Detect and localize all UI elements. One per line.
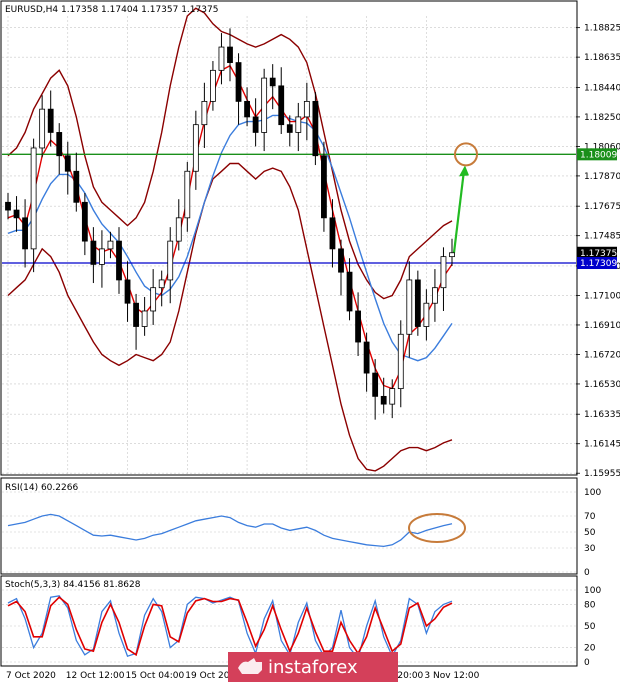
candle-body bbox=[303, 100, 310, 118]
price-tick-label: 1.16720 bbox=[584, 350, 620, 360]
candle-body bbox=[380, 395, 387, 405]
candle-body bbox=[141, 310, 148, 327]
time-tick-label: 12 Oct 12:00 bbox=[66, 671, 125, 681]
candle-body bbox=[346, 271, 353, 312]
candle-body bbox=[150, 287, 157, 312]
rsi-tick-label: 50 bbox=[584, 528, 596, 538]
candle-body bbox=[124, 279, 131, 304]
candle-body bbox=[338, 248, 344, 273]
candle-body bbox=[432, 287, 438, 304]
rsi-panel-frame bbox=[0, 477, 578, 575]
price-tick-label: 1.18825 bbox=[584, 24, 620, 34]
time-tick-label: 7 Oct 2020 bbox=[6, 671, 56, 681]
chart-window: 1.18825 1.18635 1.18440 1.18250 1.18060 1.178… bbox=[0, 0, 620, 683]
candle-body bbox=[397, 333, 404, 390]
candle-body bbox=[449, 252, 455, 258]
candle-body bbox=[107, 240, 114, 250]
candle-body bbox=[218, 46, 225, 71]
candle-body bbox=[286, 124, 293, 133]
candle-body bbox=[47, 108, 54, 133]
support-price-label: 1.17309 bbox=[580, 259, 617, 269]
candle-body bbox=[90, 240, 97, 265]
time-tick-label: 15 Oct 04:00 bbox=[126, 671, 185, 681]
rsi-tick-label: 30 bbox=[584, 544, 596, 554]
stoch-tick-label: 50 bbox=[584, 622, 596, 632]
candle-body bbox=[99, 248, 105, 265]
candle-body bbox=[116, 240, 122, 281]
price-tick-label: 1.17870 bbox=[584, 172, 620, 182]
candle-body bbox=[312, 100, 319, 157]
candle-body bbox=[261, 77, 268, 133]
price-tick-label: 1.16910 bbox=[584, 321, 620, 331]
candle-body bbox=[423, 302, 430, 327]
resistance-price-label: 1.18009 bbox=[580, 150, 617, 160]
candle-body bbox=[278, 85, 285, 126]
candle-body bbox=[440, 256, 447, 289]
candle-body bbox=[295, 116, 302, 133]
rsi-tick-label: 70 bbox=[584, 512, 596, 522]
candle-body bbox=[372, 372, 379, 397]
candle-body bbox=[201, 100, 208, 126]
candle-body bbox=[363, 341, 370, 374]
candle-body bbox=[56, 132, 63, 157]
candle-body bbox=[210, 69, 216, 102]
candle-body bbox=[73, 170, 80, 203]
candle-body bbox=[175, 217, 182, 242]
candle-body bbox=[329, 217, 336, 250]
price-tick-label: 1.18635 bbox=[584, 53, 620, 63]
candle-body bbox=[39, 108, 46, 149]
rsi-title: RSI(14) 60.2266 bbox=[5, 483, 78, 493]
time-tick-label: 3 Nov 12:00 bbox=[424, 671, 479, 681]
price-tick-label: 1.18440 bbox=[584, 83, 620, 93]
price-axis: 1.188251.186351.184401.182501.180601.178… bbox=[576, 24, 620, 479]
rsi-axis: 100 70 50 30 0 bbox=[584, 488, 601, 578]
candle-body bbox=[406, 279, 413, 335]
price-tick-label: 1.16530 bbox=[584, 380, 620, 390]
stoch-tick-label: 0 bbox=[584, 658, 590, 668]
candle-body bbox=[30, 147, 37, 250]
price-tick-label: 1.17675 bbox=[584, 202, 620, 212]
stoch-tick-label: 80 bbox=[584, 600, 596, 610]
candle-body bbox=[133, 302, 139, 327]
price-tick-label: 1.16145 bbox=[584, 440, 620, 450]
price-tick-label: 1.15955 bbox=[584, 469, 620, 479]
candle-body bbox=[22, 217, 28, 250]
stoch-axis: 100 80 50 20 0 bbox=[584, 586, 601, 668]
candle-body bbox=[81, 201, 88, 242]
price-tick-label: 1.16335 bbox=[584, 410, 620, 420]
candle-body bbox=[321, 155, 327, 219]
candle-body bbox=[13, 209, 20, 219]
candle-body bbox=[235, 62, 242, 102]
candle-body bbox=[5, 201, 11, 211]
candle-body bbox=[269, 77, 276, 87]
stoch-tick-label: 100 bbox=[584, 586, 601, 596]
chart-canvas: 1.188251.186351.184401.182501.180601.178… bbox=[0, 0, 620, 682]
stoch-tick-label: 20 bbox=[584, 644, 596, 654]
candle-body bbox=[184, 170, 191, 219]
rsi-tick-label: 0 bbox=[584, 568, 590, 578]
candle-body bbox=[244, 100, 250, 118]
candle-body bbox=[389, 388, 396, 405]
candle-body bbox=[158, 279, 165, 289]
logo-text: instaforex bbox=[268, 657, 358, 678]
main-chart-title: EURUSD,H4 1.17358 1.17404 1.17357 1.1737… bbox=[5, 5, 218, 15]
rsi-tick-label: 100 bbox=[584, 488, 601, 498]
candle-body bbox=[64, 155, 71, 172]
candle-body bbox=[355, 310, 361, 343]
price-tick-label: 1.18250 bbox=[584, 113, 620, 123]
candle-body bbox=[192, 124, 199, 172]
candle-body bbox=[227, 46, 233, 63]
candle-body bbox=[167, 240, 174, 281]
price-tick-label: 1.17100 bbox=[584, 291, 620, 301]
candle-body bbox=[414, 279, 421, 327]
candle-body bbox=[252, 116, 259, 133]
instaforex-logo: instaforex bbox=[228, 652, 398, 682]
stoch-title: Stoch(5,3,3) 84.4156 81.8628 bbox=[5, 580, 141, 590]
price-tick-label: 1.17485 bbox=[584, 232, 620, 242]
